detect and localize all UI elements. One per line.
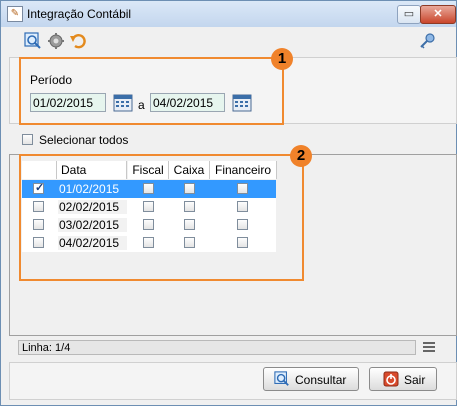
financeiro-checkbox[interactable] — [237, 183, 248, 194]
row-select-checkbox[interactable] — [33, 201, 44, 212]
table-row[interactable]: 04/02/2015 — [22, 234, 276, 252]
financeiro-checkbox[interactable] — [237, 237, 248, 248]
grid-header-caixa[interactable]: Caixa — [169, 161, 210, 179]
sair-button[interactable]: Sair — [369, 367, 437, 391]
key-icon[interactable] — [418, 32, 436, 50]
undo-icon[interactable] — [69, 32, 87, 50]
financeiro-checkbox[interactable] — [237, 219, 248, 230]
calendar-icon[interactable] — [232, 93, 252, 112]
periodo-label: Período — [30, 73, 73, 87]
main-window: ✎ Integração Contábil ▭ ✕ 1 Período 01/0… — [0, 0, 457, 406]
status-bar: Linha: 1/4 — [18, 340, 416, 355]
maximize-button[interactable]: ▭ — [397, 5, 421, 24]
table-row[interactable]: 02/02/2015 — [22, 198, 276, 216]
date-cell: 01/02/2015 — [58, 182, 127, 196]
annotation-badge-2: 2 — [290, 145, 312, 167]
app-icon: ✎ — [7, 6, 23, 22]
caixa-checkbox[interactable] — [184, 219, 195, 230]
exit-icon — [383, 371, 399, 387]
financeiro-checkbox[interactable] — [237, 201, 248, 212]
date-cell: 03/02/2015 — [58, 218, 127, 232]
row-select-checkbox[interactable]: ✓ — [33, 182, 45, 194]
grid-header-fiscal[interactable]: Fiscal — [128, 161, 169, 179]
search-icon — [274, 371, 289, 386]
fiscal-checkbox[interactable] — [143, 201, 154, 212]
close-button[interactable]: ✕ — [420, 5, 456, 24]
caixa-checkbox[interactable] — [184, 183, 195, 194]
check-icon: ✓ — [35, 182, 45, 194]
date-cell: 02/02/2015 — [58, 200, 127, 214]
consultar-button[interactable]: Consultar — [263, 367, 359, 391]
grid-header-data[interactable]: Data — [57, 161, 127, 179]
menu-icon[interactable] — [422, 341, 436, 353]
caixa-checkbox[interactable] — [184, 237, 195, 248]
select-all-checkbox[interactable] — [22, 134, 33, 145]
consultar-label: Consultar — [295, 373, 347, 387]
fiscal-checkbox[interactable] — [143, 183, 154, 194]
table-row[interactable]: ✓ 01/02/2015 — [22, 180, 276, 198]
title-bar[interactable]: ✎ Integração Contábil ▭ ✕ — [1, 1, 456, 27]
date-separator: a — [138, 98, 145, 112]
search-icon[interactable] — [24, 32, 42, 50]
row-select-checkbox[interactable] — [33, 219, 44, 230]
grid-header-select — [22, 161, 57, 179]
calendar-icon[interactable] — [113, 93, 133, 112]
grid-header-financeiro[interactable]: Financeiro — [210, 161, 277, 179]
fiscal-checkbox[interactable] — [143, 219, 154, 230]
table-row[interactable]: 03/02/2015 — [22, 216, 276, 234]
window-title: Integração Contábil — [27, 7, 132, 21]
fiscal-checkbox[interactable] — [143, 237, 154, 248]
annotation-badge-1: 1 — [271, 48, 293, 70]
date-cell: 04/02/2015 — [58, 236, 127, 250]
row-select-checkbox[interactable] — [33, 237, 44, 248]
gear-icon[interactable] — [47, 32, 65, 50]
end-date-field[interactable]: 04/02/2015 — [150, 93, 225, 112]
annotation-highlight-1 — [19, 57, 284, 125]
select-all-label: Selecionar todos — [39, 133, 129, 147]
start-date-field[interactable]: 01/02/2015 — [30, 93, 106, 112]
sair-label: Sair — [404, 373, 426, 387]
caixa-checkbox[interactable] — [184, 201, 195, 212]
